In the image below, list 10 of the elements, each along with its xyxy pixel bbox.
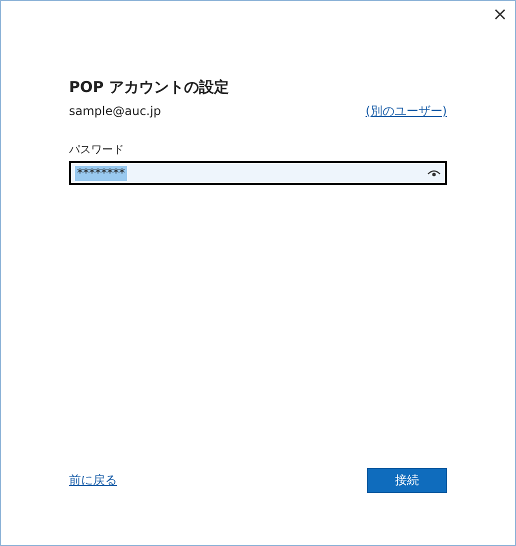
eye-icon[interactable]: [427, 169, 441, 177]
password-field[interactable]: ********: [69, 161, 447, 185]
close-button[interactable]: ×: [485, 1, 515, 29]
account-email: sample@auc.jp: [69, 103, 161, 119]
password-label: パスワード: [69, 143, 125, 157]
other-user-link[interactable]: (別のユーザー): [366, 103, 447, 119]
password-value: ********: [75, 166, 127, 180]
connect-button[interactable]: 接続: [367, 468, 447, 493]
back-link[interactable]: 前に戻る: [69, 472, 117, 489]
dialog-title: POP アカウントの設定: [69, 77, 230, 97]
